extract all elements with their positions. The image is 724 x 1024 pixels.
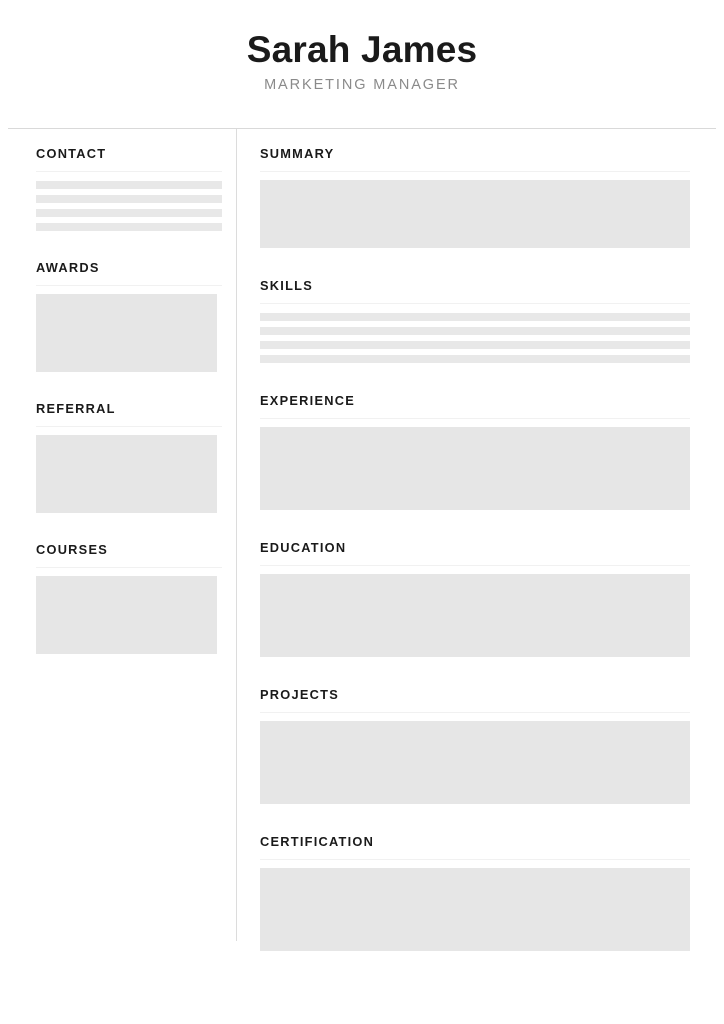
placeholder-block-education [260, 574, 690, 657]
placeholder-line [260, 313, 690, 321]
placeholder-block-certification [260, 868, 690, 951]
section-courses: COURSES [36, 542, 222, 654]
section-experience: EXPERIENCE [260, 393, 690, 510]
section-rule-awards [36, 285, 222, 286]
section-title-summary: SUMMARY [260, 146, 335, 161]
section-title-experience: EXPERIENCE [260, 393, 355, 408]
placeholder-block-projects [260, 721, 690, 804]
section-rule-skills [260, 303, 690, 304]
section-title-contact: CONTACT [36, 146, 107, 161]
placeholder-block-summary [260, 180, 690, 248]
section-title-courses: COURSES [36, 542, 109, 557]
sidebar-column: CONTACT AWARDS REFERRAL COURSES [36, 146, 222, 654]
section-title-referral: REFERRAL [36, 401, 116, 416]
placeholder-line [260, 355, 690, 363]
column-divider [236, 129, 237, 941]
section-rule-referral [36, 426, 222, 427]
placeholder-block-experience [260, 427, 690, 510]
section-rule-projects [260, 712, 690, 713]
section-title-awards: AWARDS [36, 260, 100, 275]
section-rule-contact [36, 171, 222, 172]
placeholder-line [36, 181, 222, 189]
candidate-name: Sarah James [246, 29, 478, 70]
placeholder-lines-contact [36, 181, 222, 231]
section-rule-summary [260, 171, 690, 172]
resume-page: Sarah James MARKETING MANAGER CONTACT AWA… [0, 0, 724, 1024]
section-rule-certification [260, 859, 690, 860]
placeholder-lines-skills [260, 313, 690, 363]
resume-header: Sarah James MARKETING MANAGER [0, 0, 724, 128]
section-rule-experience [260, 418, 690, 419]
header-divider [8, 128, 716, 129]
section-title-education: EDUCATION [260, 540, 347, 555]
section-projects: PROJECTS [260, 687, 690, 804]
placeholder-block-awards [36, 294, 217, 372]
section-certification: CERTIFICATION [260, 834, 690, 951]
section-title-projects: PROJECTS [260, 687, 339, 702]
section-awards: AWARDS [36, 260, 222, 372]
section-rule-courses [36, 567, 222, 568]
section-rule-education [260, 565, 690, 566]
section-summary: SUMMARY [260, 146, 690, 248]
placeholder-block-courses [36, 576, 217, 654]
section-skills: SKILLS [260, 278, 690, 363]
placeholder-line [36, 195, 222, 203]
placeholder-block-referral [36, 435, 217, 513]
placeholder-line [36, 223, 222, 231]
placeholder-line [260, 341, 690, 349]
placeholder-line [260, 327, 690, 335]
candidate-role: MARKETING MANAGER [264, 77, 460, 93]
placeholder-line [36, 209, 222, 217]
section-education: EDUCATION [260, 540, 690, 657]
section-title-skills: SKILLS [260, 278, 314, 293]
main-column: SUMMARY SKILLS EXPERIENCE EDUCATION PROJECTS… [260, 146, 690, 951]
section-title-certification: CERTIFICATION [260, 834, 375, 849]
section-contact: CONTACT [36, 146, 222, 231]
section-referral: REFERRAL [36, 401, 222, 513]
